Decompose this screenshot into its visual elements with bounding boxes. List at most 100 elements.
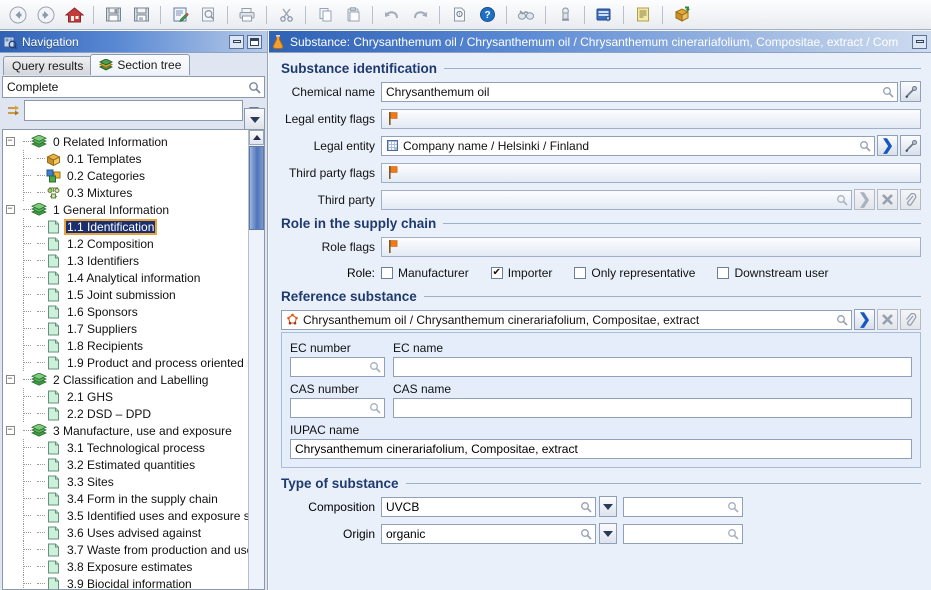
tree-item-1-3[interactable]: 1.3 Identifiers [3, 252, 249, 269]
search-icon[interactable] [366, 361, 384, 373]
search-icon[interactable] [724, 528, 742, 540]
minimize-button[interactable] [229, 34, 244, 49]
tree-item-3-3[interactable]: 3.3 Sites [3, 473, 249, 490]
maximize-button[interactable] [247, 34, 262, 49]
tree-search-input[interactable] [24, 100, 243, 121]
cut-icon[interactable] [273, 3, 299, 27]
legal-entity-open-button[interactable]: ❯ [877, 135, 898, 156]
third-party-input[interactable] [381, 189, 852, 210]
tab-section-tree[interactable]: Section tree [90, 54, 191, 75]
role-flags-field[interactable] [381, 236, 921, 257]
flag-icon[interactable] [386, 111, 400, 126]
checkbox-manufacturer[interactable]: Manufacturer [381, 266, 469, 280]
tree-item-3-7[interactable]: 3.7 Waste from production and use [3, 541, 253, 558]
search-icon[interactable] [833, 194, 851, 206]
search-icon[interactable] [879, 86, 897, 98]
validation-icon[interactable] [552, 3, 578, 27]
binoculars-icon[interactable] [513, 3, 539, 27]
filter-arrows-icon[interactable] [2, 104, 24, 118]
back-icon[interactable] [5, 3, 31, 27]
cas-number-input[interactable] [290, 398, 385, 418]
checkbox-box[interactable] [574, 267, 587, 279]
composition-secondary-input[interactable] [623, 496, 743, 517]
ec-number-input[interactable] [290, 357, 385, 377]
scroll-thumb[interactable] [249, 146, 264, 230]
legal-entity-flags-field[interactable] [381, 108, 921, 129]
document-info-icon[interactable]: i [446, 3, 472, 27]
report-icon[interactable] [630, 3, 656, 27]
reference-substance-input[interactable]: Chrysanthemum oil / Chrysanthemum cinera… [281, 309, 852, 330]
tree-item-0-2[interactable]: 0.2 Categories [3, 167, 249, 184]
chemical-name-wand-button[interactable] [900, 81, 921, 102]
print-icon[interactable] [234, 3, 260, 27]
edit-icon[interactable] [167, 3, 193, 27]
reference-substance-open-button[interactable]: ❯ [854, 309, 875, 330]
tree-item-1-5[interactable]: 1.5 Joint submission [3, 286, 249, 303]
checkbox-box[interactable] [381, 267, 393, 279]
tree-expander[interactable]: − [3, 375, 17, 384]
search-icon[interactable] [724, 501, 742, 513]
tree-item-0[interactable]: − 0 Related Information [3, 133, 249, 150]
tree-item-1-6[interactable]: 1.6 Sponsors [3, 303, 249, 320]
tree-item-0-1[interactable]: 0.1 Templates [3, 150, 249, 167]
tree-item-1[interactable]: − 1 General Information [3, 201, 249, 218]
tree-item-3[interactable]: − 3 Manufacture, use and exposure [3, 422, 249, 439]
legal-entity-input[interactable]: Company name / Helsinki / Finland [381, 135, 875, 156]
search-icon[interactable] [577, 528, 595, 540]
third-party-open-button[interactable]: ❯ [854, 189, 875, 210]
legal-entity-wand-button[interactable] [900, 135, 921, 156]
flag-icon[interactable] [386, 239, 400, 254]
third-party-attach-button[interactable] [900, 189, 921, 210]
copy-icon[interactable] [312, 3, 338, 27]
tree-item-0-3[interactable]: 0.3 Mixtures [3, 184, 249, 201]
chemical-name-input[interactable]: Chrysanthemum oil [381, 81, 898, 102]
section-filter-combo[interactable]: Complete [2, 76, 265, 98]
origin-input[interactable]: organic [381, 523, 596, 544]
third-party-flags-field[interactable] [381, 162, 921, 183]
tree-item-3-2[interactable]: 3.2 Estimated quantities [3, 456, 249, 473]
paste-icon[interactable] [340, 3, 366, 27]
tree-item-1-4[interactable]: 1.4 Analytical information [3, 269, 249, 286]
tree-expander[interactable]: − [3, 137, 17, 146]
tree-item-3-1[interactable]: 3.1 Technological process [3, 439, 249, 456]
save-as-icon[interactable] [128, 3, 154, 27]
tree-item-3-8[interactable]: 3.8 Exposure estimates [3, 558, 249, 575]
iupac-name-input[interactable]: Chrysanthemum cinerariafolium, Composita… [290, 439, 912, 459]
tree-item-3-6[interactable]: 3.6 Uses advised against [3, 524, 249, 541]
database-icon[interactable] [591, 3, 617, 27]
forward-icon[interactable] [33, 3, 59, 27]
tree-item-3-4[interactable]: 3.4 Form in the supply chain [3, 490, 249, 507]
ec-name-input[interactable] [393, 357, 912, 377]
save-icon[interactable] [100, 3, 126, 27]
checkbox-box[interactable] [717, 267, 730, 279]
tree-item-1-9[interactable]: 1.9 Product and process oriented r [3, 354, 251, 371]
composition-input[interactable]: UVCB [381, 496, 596, 517]
composition-dropdown-button[interactable] [599, 496, 617, 517]
tree-expander[interactable]: − [3, 205, 17, 214]
tree-item-3-9[interactable]: 3.9 Biocidal information [3, 575, 249, 589]
search-icon[interactable] [366, 402, 384, 414]
section-tree[interactable]: − 0 Related Information 0.1 Templates 0.2 C… [3, 130, 256, 589]
home-icon[interactable] [61, 3, 87, 27]
tree-scrollbar[interactable] [248, 130, 264, 589]
checkbox-box[interactable] [490, 267, 503, 279]
origin-secondary-input[interactable] [623, 523, 743, 544]
tree-item-2-1[interactable]: 2.1 GHS [3, 388, 249, 405]
checkbox-downstream-user[interactable]: Downstream user [717, 266, 828, 280]
checkbox-importer[interactable]: Importer [490, 266, 552, 280]
tab-query-results[interactable]: Query results [3, 56, 93, 75]
tree-item-1-2[interactable]: 1.2 Composition [3, 235, 249, 252]
scroll-up-button[interactable] [249, 130, 264, 145]
flag-icon[interactable] [386, 165, 400, 180]
tree-item-1-1[interactable]: 1.1 Identification [3, 218, 249, 235]
tree-item-1-8[interactable]: 1.8 Recipients [3, 337, 249, 354]
tree-item-2[interactable]: − 2 Classification and Labelling [3, 371, 249, 388]
undo-icon[interactable] [379, 3, 405, 27]
preview-icon[interactable] [195, 3, 221, 27]
package-icon[interactable] [669, 3, 695, 27]
cas-name-input[interactable] [393, 398, 912, 418]
tree-expander[interactable]: − [3, 426, 17, 435]
search-icon[interactable] [833, 314, 851, 326]
reference-substance-attach-button[interactable] [900, 309, 921, 330]
third-party-delete-button[interactable] [877, 189, 898, 210]
